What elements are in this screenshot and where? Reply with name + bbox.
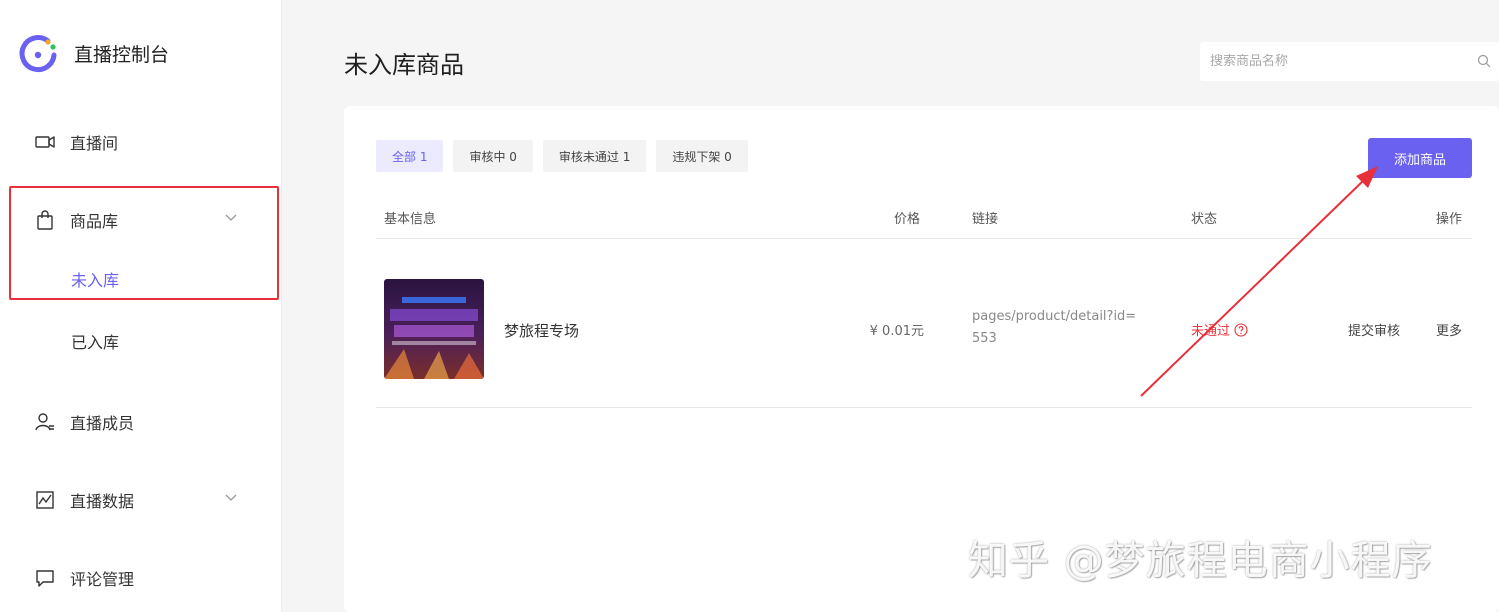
goods-link: pages/product/detail?id=553	[972, 309, 1137, 346]
red-highlight-annotation	[9, 186, 279, 300]
sidebar-item-live-room[interactable]: 直播间	[34, 130, 118, 154]
status-tabs: 全部 1 审核中 0 审核未通过 1 违规下架 0	[376, 140, 748, 172]
comment-icon	[34, 567, 56, 589]
live-console-logo-icon	[19, 35, 57, 73]
column-header-link: 链接	[972, 212, 999, 227]
goods-name: 梦旅程专场	[504, 322, 580, 340]
tab-all[interactable]: 全部 1	[376, 140, 444, 172]
status-text: 未通过	[1191, 324, 1231, 339]
search-icon[interactable]	[1477, 54, 1491, 68]
column-header-basic-info: 基本信息	[384, 212, 437, 227]
goods-price: ¥ 0.01元	[869, 324, 924, 339]
sidebar-item-label: 评论管理	[70, 570, 135, 589]
search-box[interactable]	[1200, 42, 1499, 81]
sidebar-item-label: 直播成员	[70, 414, 135, 433]
sidebar-item-label: 直播数据	[70, 492, 135, 511]
user-settings-icon	[34, 411, 56, 433]
column-header-actions: 操作	[1436, 212, 1463, 227]
brand: 直播控制台	[18, 33, 169, 73]
table-row-divider	[376, 407, 1472, 408]
sidebar-item-comments[interactable]: 评论管理	[34, 566, 134, 590]
goods-status: 未通过	[1191, 320, 1248, 339]
tab-rejected[interactable]: 审核未通过 1	[542, 140, 647, 172]
watermark-text: 知乎 @梦旅程电商小程序	[968, 538, 1433, 584]
sidebar-item-live-members[interactable]: 直播成员	[34, 410, 134, 434]
sidebar-subitem-stored[interactable]: 已入库	[71, 329, 119, 353]
chevron-down-icon	[225, 494, 237, 501]
question-circle-icon[interactable]	[1234, 322, 1248, 337]
video-camera-icon	[34, 131, 56, 153]
goods-thumbnail	[384, 279, 484, 379]
sidebar: 直播控制台 直播间 商品库 未入库 已入库 直播成员 直播数据 评论管理	[0, 0, 282, 612]
tab-reviewing[interactable]: 审核中 0	[453, 140, 533, 172]
more-link[interactable]: 更多	[1436, 320, 1462, 339]
submit-review-link[interactable]: 提交审核	[1348, 320, 1400, 339]
app-title: 直播控制台	[74, 43, 170, 66]
sidebar-item-live-data[interactable]: 直播数据	[34, 488, 237, 512]
table-header-divider	[376, 238, 1472, 239]
sidebar-item-label: 直播间	[70, 134, 119, 153]
add-goods-button[interactable]: 添加商品	[1368, 138, 1472, 178]
tab-violation-removed[interactable]: 违规下架 0	[656, 140, 748, 172]
search-input[interactable]	[1210, 54, 1460, 69]
column-header-price: 价格	[894, 212, 921, 227]
column-header-status: 状态	[1191, 212, 1218, 227]
chart-icon	[34, 489, 56, 511]
page-title: 未入库商品	[344, 51, 464, 79]
